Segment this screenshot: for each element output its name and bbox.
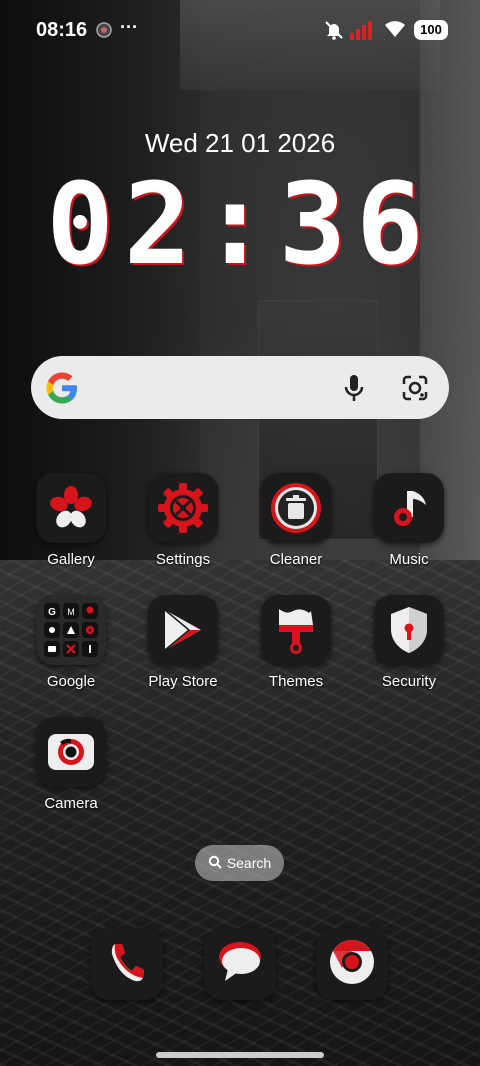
- app-settings[interactable]: Settings: [128, 473, 238, 568]
- app-label: Music: [389, 551, 429, 568]
- themes-brush-icon: [261, 595, 331, 665]
- more-notifications: ···: [120, 17, 138, 37]
- app-themes[interactable]: Themes: [241, 595, 351, 690]
- mic-icon[interactable]: [342, 374, 366, 407]
- app-search-pill[interactable]: Search: [195, 845, 284, 881]
- widget-clock[interactable]: 02:36: [0, 160, 480, 290]
- battery-indicator: 100: [414, 20, 448, 40]
- dock-messages[interactable]: [204, 928, 276, 1000]
- app-cleaner[interactable]: Cleaner: [241, 473, 351, 568]
- search-icon: [208, 846, 222, 882]
- app-label: Camera: [44, 795, 98, 812]
- settings-gear-icon: [148, 473, 218, 543]
- gallery-icon: [36, 473, 106, 543]
- app-google-folder[interactable]: G M Google: [16, 595, 126, 690]
- camera-icon: [36, 717, 106, 787]
- svg-text:M: M: [67, 607, 75, 617]
- google-folder-icon: G M: [36, 595, 106, 665]
- app-camera[interactable]: Camera: [16, 717, 126, 812]
- gesture-home-bar[interactable]: [156, 1052, 324, 1058]
- app-label: Cleaner: [269, 551, 323, 568]
- app-gallery[interactable]: Gallery: [16, 473, 126, 568]
- security-shield-icon: [374, 595, 444, 665]
- search-pill-label: Search: [226, 855, 272, 871]
- music-note-icon: [374, 473, 444, 543]
- notification-app-icon: [96, 22, 112, 43]
- status-time: 08:16: [36, 19, 88, 41]
- app-play-store[interactable]: Play Store: [128, 595, 238, 690]
- widget-date[interactable]: Wed 21 01 2026: [0, 128, 480, 159]
- google-g-icon: [44, 370, 80, 411]
- phone-icon: [107, 940, 147, 989]
- wifi-icon: [384, 19, 406, 44]
- app-label: Security: [381, 673, 437, 690]
- dock-chrome[interactable]: [316, 928, 388, 1000]
- svg-text:G: G: [48, 607, 56, 618]
- app-label: Themes: [268, 673, 324, 690]
- lens-icon[interactable]: [401, 374, 429, 407]
- cleaner-trash-icon: [261, 473, 331, 543]
- app-label: Google: [46, 673, 96, 690]
- status-bar: 08:16 ··· 100: [0, 0, 480, 60]
- app-security[interactable]: Security: [354, 595, 464, 690]
- app-music[interactable]: Music: [354, 473, 464, 568]
- silent-bell-icon: [324, 20, 344, 45]
- app-label: Gallery: [47, 551, 95, 568]
- signal-icon: [350, 20, 378, 45]
- chrome-icon: [328, 938, 376, 991]
- play-store-icon: [148, 595, 218, 665]
- app-label: Settings: [155, 551, 211, 568]
- google-search-bar[interactable]: [31, 356, 449, 419]
- dock-phone[interactable]: [91, 928, 163, 1000]
- messages-icon: [216, 939, 264, 990]
- app-label: Play Store: [148, 673, 218, 690]
